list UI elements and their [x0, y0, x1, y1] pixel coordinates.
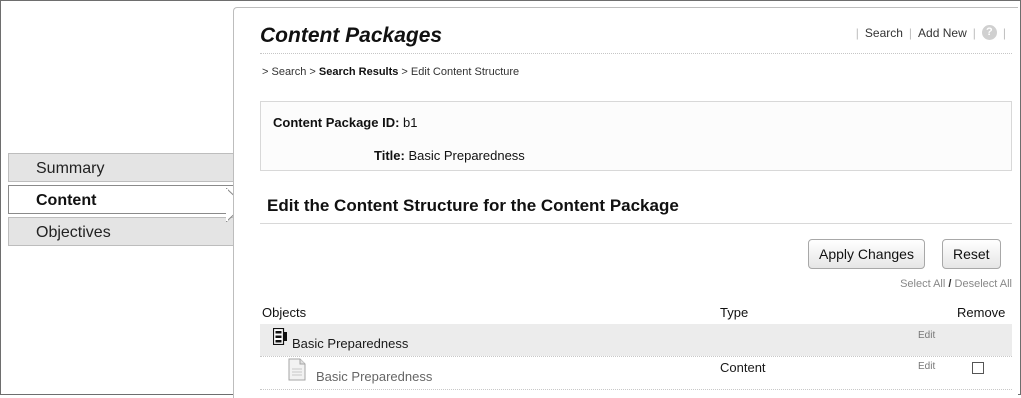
deselect-all-link[interactable]: Deselect All — [955, 278, 1012, 290]
top-links: | Search | Add New | ? | — [850, 25, 1012, 40]
table-row: Basic Preparedness Edit — [260, 324, 1012, 356]
top-links-divider: | — [908, 25, 913, 40]
nav-item-content[interactable]: Content — [8, 185, 234, 214]
breadcrumb-search-results[interactable]: Search Results — [319, 66, 398, 78]
breadcrumb-current: Edit Content Structure — [410, 66, 520, 78]
col-header-objects: Objects — [262, 305, 307, 320]
col-header-type: Type — [720, 305, 749, 320]
search-link[interactable]: Search — [865, 26, 903, 40]
breadcrumb-separator: > — [306, 66, 319, 78]
row-divider — [260, 389, 1012, 390]
section-title: Edit the Content Structure for the Conte… — [267, 196, 679, 215]
table-row: Basic Preparedness Content Edit — [260, 357, 1012, 389]
package-info-box: Content Package ID: b1 Title: Basic Prep… — [260, 101, 1012, 171]
edit-link[interactable]: Edit — [918, 330, 935, 341]
object-name: Basic Preparedness — [316, 369, 433, 384]
package-title-line: Title: Basic Preparedness — [374, 148, 525, 163]
object-type: Content — [720, 360, 766, 375]
grid-header: Objects Type Remove — [260, 302, 1012, 325]
apply-changes-button[interactable]: Apply Changes — [808, 239, 925, 269]
remove-checkbox[interactable] — [972, 362, 984, 374]
document-icon — [288, 358, 306, 381]
nav-item-summary[interactable]: Summary — [8, 153, 234, 182]
breadcrumb-search[interactable]: Search — [271, 66, 306, 78]
object-name: Basic Preparedness — [292, 336, 409, 351]
col-header-remove: Remove — [957, 305, 1006, 320]
top-links-divider: | — [1002, 25, 1006, 40]
top-links-divider: | — [972, 25, 976, 40]
breadcrumb-separator: > — [398, 66, 411, 78]
nav-item-objectives[interactable]: Objectives — [8, 217, 234, 246]
section-divider — [260, 223, 1012, 224]
package-title-value: Basic Preparedness — [408, 148, 525, 163]
select-links: Select All / Deselect All — [900, 278, 1012, 290]
title-divider — [260, 53, 1012, 54]
add-new-link[interactable]: Add New — [918, 26, 967, 40]
page-title: Content Packages — [260, 24, 443, 47]
select-all-link[interactable]: Select All — [900, 278, 945, 290]
left-nav: Summary Content Objectives — [8, 153, 234, 249]
package-id-line: Content Package ID: b1 — [273, 115, 418, 130]
breadcrumb: > Search > Search Results > Edit Content… — [262, 66, 519, 78]
help-icon[interactable]: ? — [981, 25, 997, 40]
edit-link[interactable]: Edit — [918, 361, 935, 372]
top-links-divider: | — [855, 25, 859, 40]
main-panel: Content Packages | Search | Add New | ? … — [233, 7, 1018, 398]
reset-button[interactable]: Reset — [942, 239, 1001, 269]
select-links-slash: / — [948, 278, 952, 290]
package-id-label: Content Package ID: — [273, 115, 400, 130]
package-icon — [273, 328, 287, 345]
package-id-value: b1 — [403, 115, 418, 130]
package-title-label: Title: — [374, 148, 405, 163]
